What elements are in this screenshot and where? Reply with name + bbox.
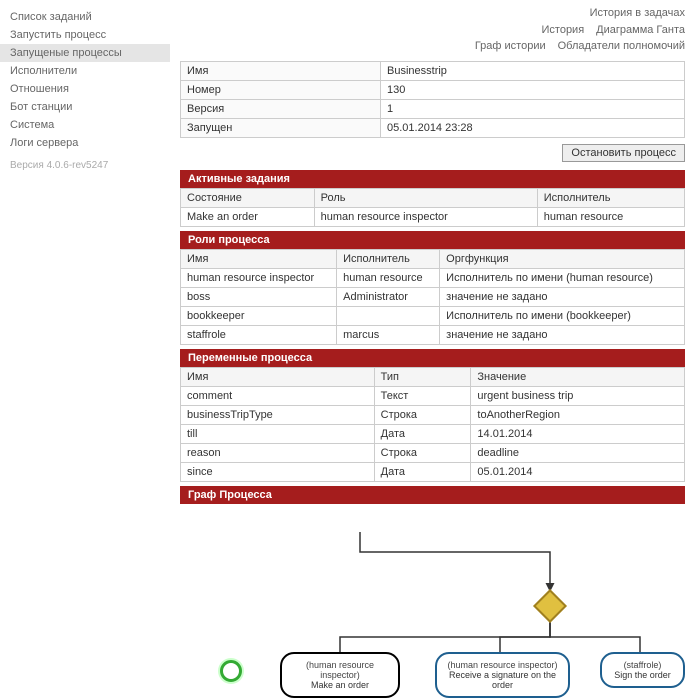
top-links: История в задачах История Диаграмма Ганта… — [180, 5, 685, 55]
table-row: human resource inspectorhuman resourceИс… — [181, 268, 685, 287]
sidebar-item-executors[interactable]: Исполнители — [0, 62, 170, 80]
col-executor: Исполнитель — [537, 188, 684, 207]
link-history-graph[interactable]: Граф истории — [475, 40, 546, 52]
sidebar-item-tasks[interactable]: Список заданий — [0, 8, 170, 26]
table-row: commentТекстurgent business trip — [181, 386, 685, 405]
table-row: sinceДата05.01.2014 — [181, 462, 685, 481]
graph-node-make-order[interactable]: (human resource inspector) Make an order — [280, 652, 400, 698]
col-executor: Исполнитель — [337, 249, 440, 268]
process-info-table: ИмяBusinesstrip Номер130 Версия1 Запущен… — [180, 61, 685, 138]
info-ver-value: 1 — [381, 99, 685, 118]
table-row: bossAdministratorзначение не задано — [181, 287, 685, 306]
graph-node-receive-signature[interactable]: (human resource inspector) Receive a sig… — [435, 652, 570, 698]
sidebar-item-start-process[interactable]: Запустить процесс — [0, 26, 170, 44]
link-history-tasks[interactable]: История в задачах — [590, 7, 685, 19]
roles-table: ИмяИсполнительОргфункция human resource … — [180, 249, 685, 345]
info-ver-label: Версия — [181, 99, 381, 118]
sidebar: Список заданий Запустить процесс Запущен… — [0, 0, 170, 697]
start-node-icon — [220, 660, 242, 682]
col-role: Роль — [314, 188, 537, 207]
stop-process-button[interactable]: Остановить процесс — [562, 144, 685, 162]
section-active-tasks: Активные задания — [180, 170, 685, 188]
sidebar-item-server-logs[interactable]: Логи сервера — [0, 134, 170, 152]
section-graph: Граф Процесса — [180, 486, 685, 504]
link-gantt[interactable]: Диаграмма Ганта — [596, 24, 685, 36]
table-row: Make an orderhuman resource inspectorhum… — [181, 207, 685, 226]
variables-table: ИмяТипЗначение commentТекстurgent busine… — [180, 367, 685, 482]
info-num-value: 130 — [381, 80, 685, 99]
sidebar-item-system[interactable]: Система — [0, 116, 170, 134]
link-history[interactable]: История — [542, 24, 585, 36]
table-row: staffrolemarcusзначение не задано — [181, 325, 685, 344]
sidebar-item-relations[interactable]: Отношения — [0, 80, 170, 98]
table-row: bookkeeperИсполнитель по имени (bookkeep… — [181, 306, 685, 325]
info-num-label: Номер — [181, 80, 381, 99]
col-state: Состояние — [181, 188, 315, 207]
link-permissions[interactable]: Обладатели полномочий — [558, 40, 685, 52]
main-content: История в задачах История Диаграмма Ганта… — [170, 0, 695, 697]
info-start-label: Запущен — [181, 118, 381, 137]
info-name-label: Имя — [181, 61, 381, 80]
col-orgfunc: Оргфункция — [440, 249, 685, 268]
active-tasks-table: СостояниеРольИсполнитель Make an orderhu… — [180, 188, 685, 227]
table-row: reasonСтрокаdeadline — [181, 443, 685, 462]
sidebar-item-running-processes[interactable]: Запущеные процессы — [0, 44, 170, 62]
col-type: Тип — [374, 367, 471, 386]
col-value: Значение — [471, 367, 685, 386]
section-roles: Роли процесса — [180, 231, 685, 249]
info-name-value: Businesstrip — [381, 61, 685, 80]
info-start-value: 05.01.2014 23:28 — [381, 118, 685, 137]
sidebar-item-bot-stations[interactable]: Бот станции — [0, 98, 170, 116]
col-name: Имя — [181, 367, 375, 386]
process-graph: (human resource inspector) Make an order… — [180, 512, 685, 692]
section-variables: Переменные процесса — [180, 349, 685, 367]
table-row: businessTripTypeСтрокаtoAnotherRegion — [181, 405, 685, 424]
graph-node-sign-order[interactable]: (staffrole) Sign the order — [600, 652, 685, 688]
col-name: Имя — [181, 249, 337, 268]
table-row: tillДата14.01.2014 — [181, 424, 685, 443]
version-label: Версия 4.0.6-rev5247 — [0, 152, 170, 179]
